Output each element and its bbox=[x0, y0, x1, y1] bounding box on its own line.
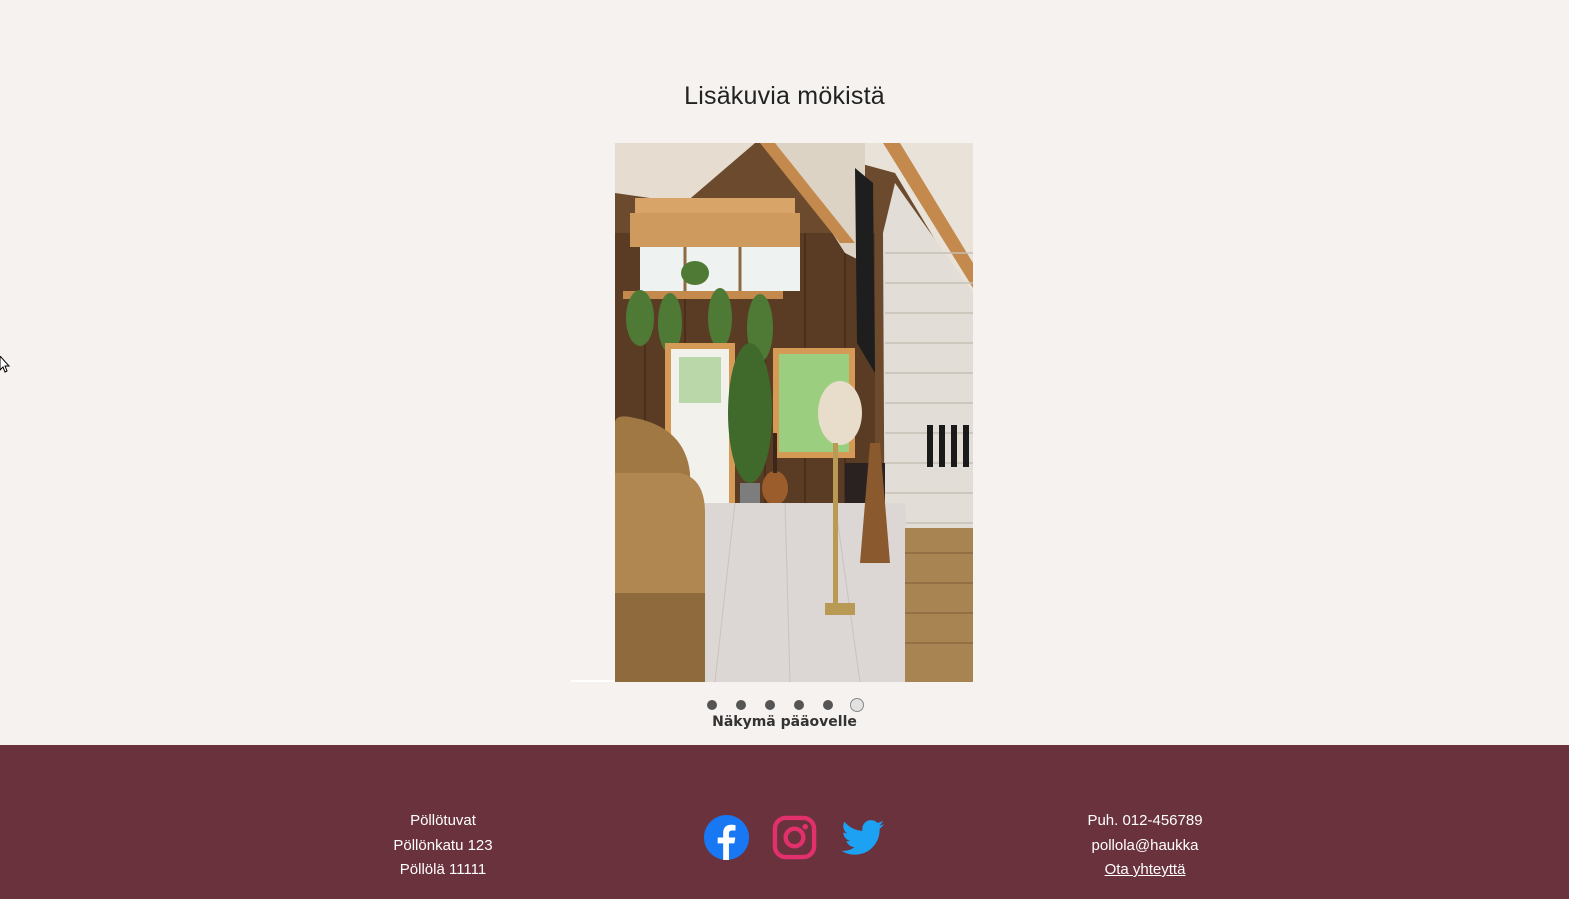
facebook-icon[interactable] bbox=[703, 814, 750, 861]
footer-address: Pöllötuvat Pöllönkatu 123 Pöllölä 11111 bbox=[343, 809, 543, 883]
slide-dot-6-active[interactable] bbox=[843, 698, 872, 712]
slide-image[interactable] bbox=[615, 143, 973, 682]
twitter-icon[interactable] bbox=[839, 814, 886, 861]
street-address: Pöllönkatu 123 bbox=[393, 836, 493, 854]
slide-caption: Näkymä pääovelle bbox=[712, 714, 857, 730]
gallery-heading: Lisäkuvia mökistä bbox=[684, 82, 885, 110]
phone-number: Puh. 012-456789 bbox=[1087, 812, 1203, 829]
slide-dot-5[interactable] bbox=[814, 700, 843, 712]
slide-dot-4[interactable] bbox=[785, 700, 814, 712]
slide-dot-1[interactable] bbox=[698, 700, 727, 712]
page: Lisäkuvia mökistä Näkymä pääovelle Pöllö… bbox=[0, 0, 1569, 899]
slide-dot-2[interactable] bbox=[727, 700, 756, 712]
email-address: pollola@haukka bbox=[1091, 836, 1199, 854]
slide-progress-line bbox=[571, 680, 615, 682]
company-name: Pöllötuvat bbox=[410, 812, 476, 829]
slide-indicators bbox=[0, 698, 1569, 712]
contact-link[interactable]: Ota yhteyttä bbox=[1105, 861, 1186, 878]
footer: Pöllötuvat Pöllönkatu 123 Pöllölä 11111 … bbox=[0, 745, 1569, 899]
slide-dot-3[interactable] bbox=[756, 700, 785, 712]
social-links bbox=[703, 814, 886, 861]
city-address: Pöllölä 11111 bbox=[399, 861, 487, 878]
instagram-icon[interactable] bbox=[771, 814, 818, 861]
mouse-cursor-icon bbox=[0, 356, 10, 373]
footer-contact: Puh. 012-456789 pollola@haukka Ota yhtey… bbox=[1045, 809, 1245, 883]
